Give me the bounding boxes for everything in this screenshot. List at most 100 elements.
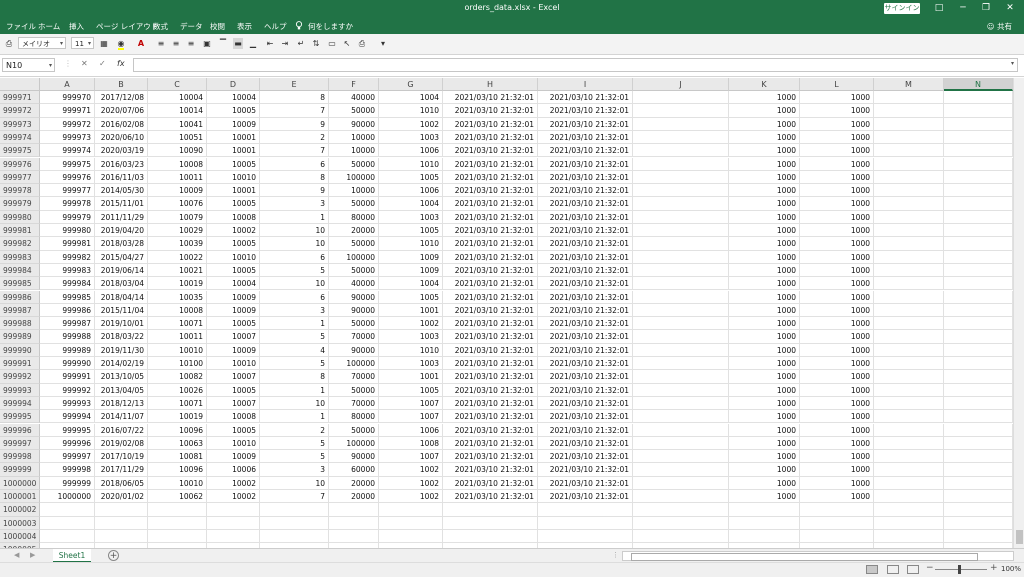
cell-g[interactable]: 1004 [379,91,443,105]
cell-g[interactable]: 1005 [379,170,443,185]
cell-l[interactable]: 1000 [800,144,874,158]
cell-a[interactable]: 999985 [40,290,95,304]
cell-e[interactable]: 10 [260,396,329,411]
cell-g[interactable]: 1006 [379,144,443,158]
cell-n[interactable] [944,224,1013,238]
cell-f[interactable]: 50000 [329,423,379,437]
scroll-tabs-left-icon[interactable]: ◀ [14,551,19,559]
cell-d[interactable]: 10009 [207,117,260,131]
cell-e[interactable] [260,516,329,530]
cell-d[interactable]: 10010 [207,170,260,185]
cell-b[interactable]: 2019/11/30 [95,343,148,357]
cell-e[interactable]: 7 [260,144,329,158]
cell-f[interactable]: 50000 [329,383,379,397]
row-header[interactable]: 999987 [0,303,40,318]
cell-h[interactable]: 2021/03/10 21:32:01 [443,317,538,331]
cell-e[interactable]: 1 [260,410,329,424]
cell-j[interactable] [633,263,729,278]
tab-home[interactable]: ホーム [38,21,60,32]
cell-l[interactable]: 1000 [800,210,874,224]
cell-i[interactable]: 2021/03/10 21:32:01 [538,343,633,357]
cell-d[interactable]: 10005 [207,197,260,211]
cell-b[interactable]: 2020/03/19 [95,144,148,158]
cell-l[interactable]: 1000 [800,250,874,264]
customize-toolbar-icon[interactable]: ▾ [378,38,388,49]
cell-e[interactable]: 10 [260,476,329,490]
cell-k[interactable]: 1000 [729,104,800,118]
cell-j[interactable] [633,450,729,464]
cell-m[interactable] [874,130,944,145]
cell-c[interactable]: 10019 [148,410,207,424]
row-header[interactable]: 999982 [0,237,40,251]
cell-d[interactable]: 10009 [207,290,260,304]
cell-a[interactable]: 999972 [40,117,95,131]
cell-b[interactable]: 2018/03/28 [95,237,148,251]
cell-i[interactable]: 2021/03/10 21:32:01 [538,370,633,384]
cell-d[interactable]: 10010 [207,357,260,371]
row-header[interactable]: 999990 [0,343,40,357]
cell-f[interactable]: 50000 [329,197,379,211]
cell-e[interactable]: 10 [260,224,329,238]
cell-k[interactable] [729,529,800,544]
cell-f[interactable]: 70000 [329,370,379,384]
zoom-slider-thumb[interactable] [958,565,961,574]
cell-k[interactable] [729,503,800,517]
cell-l[interactable]: 1000 [800,396,874,411]
cell-m[interactable] [874,250,944,264]
cell-c[interactable]: 10021 [148,263,207,278]
cell-f[interactable] [329,516,379,530]
cell-n[interactable] [944,197,1013,211]
cell-i[interactable] [538,516,633,530]
cell-j[interactable] [633,396,729,411]
row-header[interactable]: 1000004 [0,529,40,544]
cell-g[interactable]: 1008 [379,436,443,451]
cell-g[interactable]: 1004 [379,197,443,211]
cell-f[interactable]: 100000 [329,357,379,371]
cell-m[interactable] [874,463,944,477]
cell-n[interactable] [944,529,1013,544]
cell-h[interactable]: 2021/03/10 21:32:01 [443,410,538,424]
cell-b[interactable]: 2017/10/19 [95,450,148,464]
cell-m[interactable] [874,277,944,291]
cell-i[interactable]: 2021/03/10 21:32:01 [538,290,633,304]
row-header[interactable]: 999988 [0,317,40,331]
cell-c[interactable]: 10051 [148,130,207,145]
cell-g[interactable]: 1005 [379,290,443,304]
cell-a[interactable]: 999975 [40,157,95,171]
cell-h[interactable] [443,516,538,530]
cell-c[interactable] [148,503,207,517]
align-center-icon[interactable]: ≡ [171,38,181,49]
cell-f[interactable]: 90000 [329,343,379,357]
cell-h[interactable]: 2021/03/10 21:32:01 [443,490,538,504]
cell-c[interactable] [148,529,207,544]
cell-a[interactable]: 999978 [40,197,95,211]
cell-m[interactable] [874,357,944,371]
cell-f[interactable]: 60000 [329,463,379,477]
row-header[interactable]: 999997 [0,436,40,451]
print-preview-icon[interactable]: ⎙ [4,38,14,49]
cell-b[interactable]: 2014/05/30 [95,184,148,198]
align-middle-icon[interactable]: ▬ [233,38,243,49]
cell-b[interactable]: 2019/06/14 [95,263,148,278]
cell-g[interactable]: 1006 [379,423,443,437]
cell-a[interactable]: 1000000 [40,490,95,504]
cell-i[interactable]: 2021/03/10 21:32:01 [538,130,633,145]
cell-g[interactable]: 1004 [379,277,443,291]
cell-b[interactable]: 2016/07/22 [95,423,148,437]
cell-n[interactable] [944,91,1013,105]
cell-c[interactable]: 10014 [148,104,207,118]
cell-d[interactable]: 10006 [207,463,260,477]
cell-b[interactable]: 2018/04/14 [95,290,148,304]
cell-c[interactable]: 10004 [148,91,207,105]
cell-f[interactable]: 50000 [329,263,379,278]
cell-f[interactable] [329,529,379,544]
cell-i[interactable]: 2021/03/10 21:32:01 [538,383,633,397]
cell-g[interactable]: 1010 [379,104,443,118]
cell-l[interactable]: 1000 [800,383,874,397]
row-header[interactable]: 999974 [0,130,40,145]
row-header[interactable]: 999983 [0,250,40,264]
cell-k[interactable]: 1000 [729,463,800,477]
cell-h[interactable] [443,529,538,544]
cell-k[interactable]: 1000 [729,370,800,384]
cell-i[interactable]: 2021/03/10 21:32:01 [538,91,633,105]
